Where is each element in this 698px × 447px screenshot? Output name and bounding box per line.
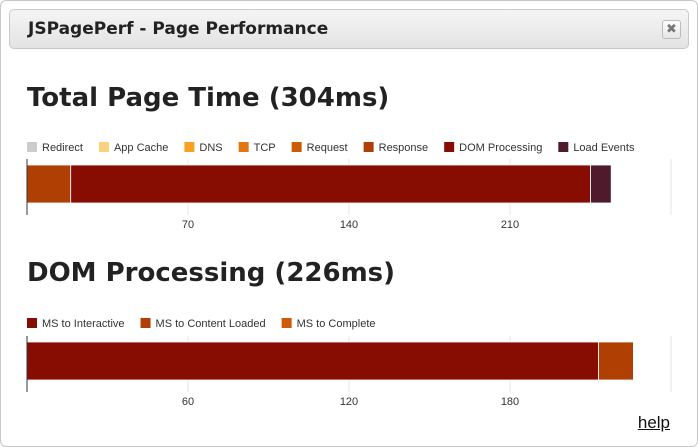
close-icon: ✖ (666, 22, 677, 37)
total-page-time-heading: Total Page Time (304ms) (27, 83, 390, 113)
help-link[interactable]: help (638, 413, 670, 433)
legend-item-request: Request (291, 142, 348, 154)
legend-item-ms-to-complete: MS to Complete (281, 318, 376, 330)
dom-processing-chart: MS to Interactive MS to Content Loaded MS … (26, 318, 672, 408)
bar-segment-load-events (590, 164, 612, 204)
legend-item-dom-processing: DOM Processing (444, 142, 542, 154)
bar-segment-response (26, 164, 72, 204)
legend-item-dns: DNS (184, 142, 223, 154)
legend-item-ms-to-interactive: MS to Interactive (27, 318, 125, 330)
dialog-title: JSPagePerf - Page Performance (28, 19, 329, 39)
legend-item-redirect: Redirect (27, 142, 83, 154)
legend-swatch (291, 142, 302, 152)
legend-swatch (238, 142, 249, 152)
tick-label: 120 (340, 396, 358, 408)
legend-swatch (140, 318, 151, 328)
legend-swatch (27, 318, 37, 328)
close-button[interactable]: ✖ (662, 20, 681, 39)
legend-label: MS to Content Loaded (156, 318, 266, 330)
legend-label: DOM Processing (459, 142, 542, 154)
legend-swatch (444, 142, 455, 152)
legend-item-load-events: Load Events (558, 142, 635, 154)
legend-label: DNS (199, 142, 222, 154)
legend-swatch (558, 142, 569, 152)
dom-processing-heading: DOM Processing (226ms) (27, 258, 396, 288)
legend-label: App Cache (114, 142, 168, 154)
bar-segment-ms-to-content-loaded (598, 341, 634, 381)
tick-label: 140 (340, 219, 358, 231)
legend-label: MS to Interactive (42, 318, 125, 330)
total-page-time-chart: Redirect App Cache DNS TCP Request Response DO… (26, 142, 672, 231)
legend-label: Response (379, 142, 429, 154)
legend-item-ms-to-content-loaded: MS to Content Loaded (140, 318, 266, 330)
tick-label: 70 (182, 219, 194, 231)
legend-item-tcp: TCP (238, 142, 276, 154)
dialog-titlebar[interactable]: JSPagePerf - Page Performance ✖ (9, 9, 689, 49)
legend-label: TCP (254, 142, 276, 154)
legend-label: Redirect (42, 142, 83, 154)
legend-swatch (281, 318, 292, 328)
legend-swatch (98, 142, 109, 152)
legend-swatch (27, 142, 37, 152)
legend-swatch (184, 142, 195, 152)
tick-label: 60 (182, 396, 194, 408)
legend-label: Request (307, 142, 348, 154)
bar-segment-dom-processing (70, 164, 591, 204)
legend-item-app-cache: App Cache (98, 142, 168, 154)
legend-label: Load Events (573, 142, 635, 154)
legend-label: MS to Complete (297, 318, 376, 330)
tick-label: 180 (501, 396, 519, 408)
page-performance-dialog: JSPagePerf - Page Performance ✖ Total Pa… (0, 0, 698, 447)
tick-label: 210 (501, 219, 519, 231)
legend-item-response: Response (363, 142, 429, 154)
legend-swatch (363, 142, 374, 152)
bar-segment-ms-to-interactive (26, 341, 599, 381)
